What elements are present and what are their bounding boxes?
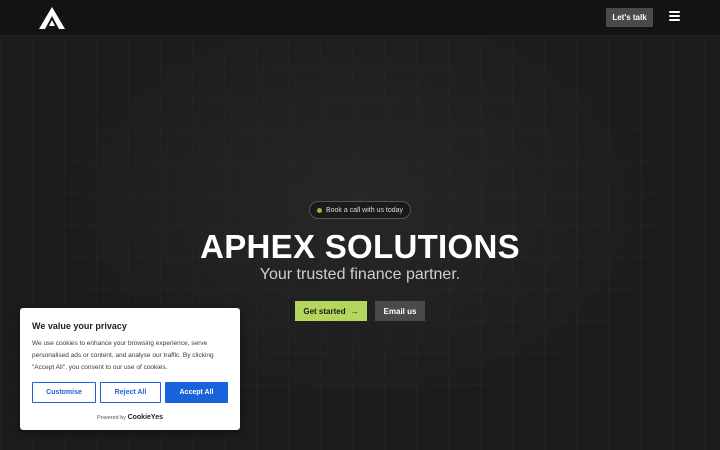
cookie-title: We value your privacy [32, 321, 127, 331]
cookie-description: We use cookies to enhance your browsing … [32, 340, 214, 371]
site-header: Let's talk [0, 0, 720, 36]
hamburger-icon[interactable] [669, 11, 680, 21]
status-dot-icon [316, 207, 322, 213]
reject-all-button[interactable]: Reject All [100, 382, 161, 403]
customise-button[interactable]: Customise [32, 382, 96, 403]
book-call-pill[interactable]: Book a call with us today [309, 201, 411, 219]
accept-all-button[interactable]: Accept All [165, 382, 228, 403]
powered-by-label: Powered by [97, 415, 127, 421]
get-started-label: Get started [303, 306, 346, 316]
cookieyes-logo[interactable]: CookieYes [128, 414, 163, 421]
email-us-button[interactable]: Email us [375, 301, 425, 321]
get-started-button[interactable]: Get started → [295, 301, 367, 321]
arrow-right-icon: → [350, 306, 359, 316]
hero-title: APHEX SOLUTIONS [200, 228, 520, 265]
aphex-logo[interactable] [39, 7, 65, 29]
lets-talk-button[interactable]: Let's talk [606, 8, 653, 27]
cookie-consent-banner: We value your privacy We use cookies to … [20, 308, 240, 430]
book-call-label: Book a call with us today [325, 206, 404, 214]
hero-subtitle: Your trusted finance partner. [259, 266, 461, 283]
powered-by: Powered by CookieYes [20, 414, 240, 421]
